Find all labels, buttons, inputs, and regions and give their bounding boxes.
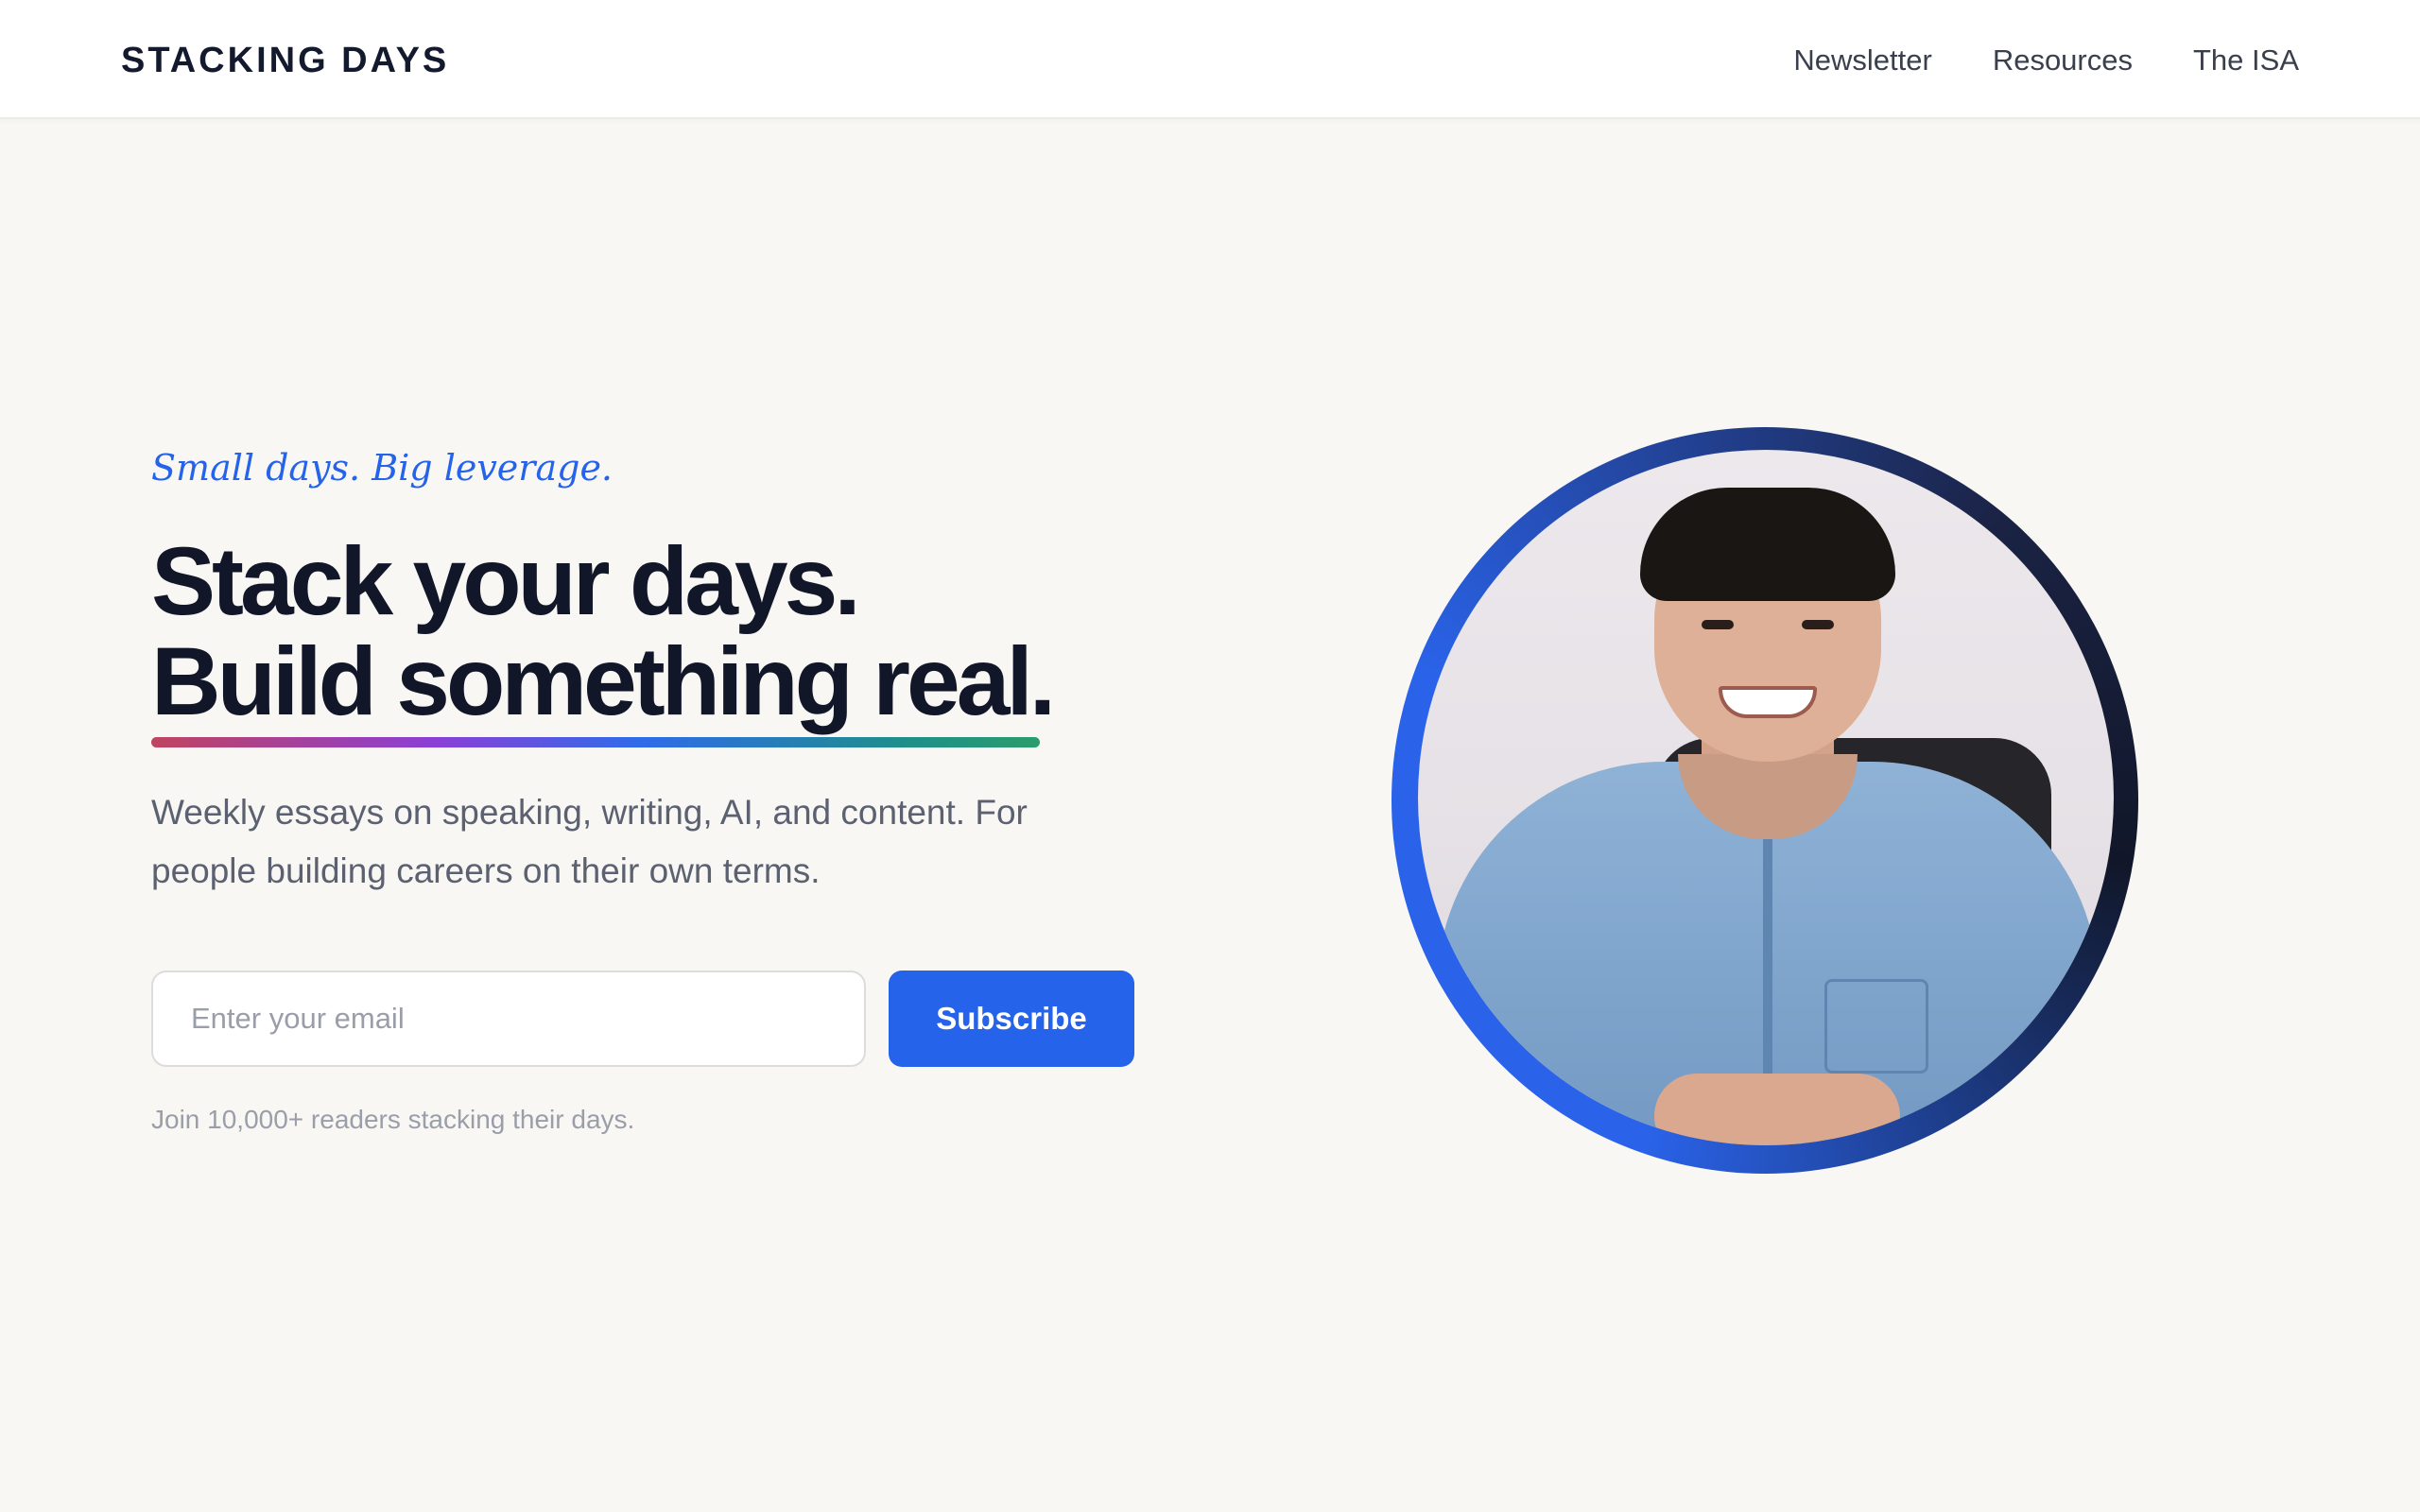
hero-section: Small days. Big leverage. Stack your day…: [151, 444, 1210, 1139]
hero-tagline: Small days. Big leverage.: [151, 447, 614, 489]
nav-resources[interactable]: Resources: [1993, 38, 2133, 83]
shirt-pocket: [1824, 979, 1928, 1074]
headline-line-2-text: Build something real.: [151, 627, 1056, 735]
site-header: STACKING DAYS Newsletter Resources The I…: [0, 0, 2420, 119]
email-input[interactable]: [151, 971, 866, 1067]
nav-newsletter[interactable]: Newsletter: [1793, 38, 1931, 83]
smile: [1719, 686, 1817, 718]
clasped-hands: [1654, 1074, 1900, 1145]
brand-logo[interactable]: STACKING DAYS: [121, 38, 449, 83]
signup-form: Subscribe: [151, 971, 1210, 1067]
hero-description: Weekly essays on speaking, writing, AI, …: [151, 793, 1028, 890]
right-eye: [1802, 620, 1834, 629]
author-photo: [1418, 450, 2114, 1145]
left-eye: [1702, 620, 1734, 629]
hero-headline: Stack your days. Build something real.: [151, 531, 1210, 747]
readers-count-note: Join 10,000+ readers stacking their days…: [151, 1105, 635, 1134]
nav-the-isa[interactable]: The ISA: [2193, 38, 2299, 83]
headline-line-1: Stack your days.: [151, 527, 861, 635]
subscribe-button[interactable]: Subscribe: [889, 971, 1134, 1067]
gradient-underline: [151, 737, 1040, 747]
main-nav: Newsletter Resources The ISA: [1793, 38, 2299, 83]
author-portrait: [1342, 359, 2155, 1228]
headline-line-2: Build something real.: [151, 631, 1056, 747]
hair-shape: [1640, 488, 1895, 601]
